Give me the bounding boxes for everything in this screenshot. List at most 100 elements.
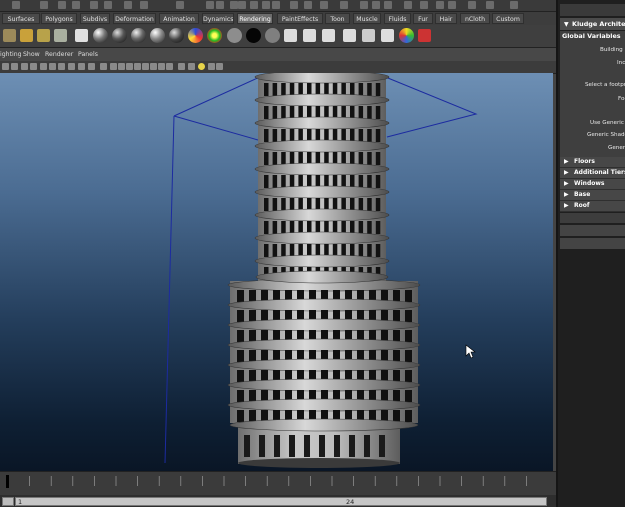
render-view-icon[interactable] (284, 29, 297, 42)
hypershade-icon[interactable] (362, 29, 375, 42)
viewport-tool-icon[interactable] (142, 63, 149, 70)
start-frame-field[interactable] (2, 497, 14, 506)
status-line-icon[interactable] (250, 1, 258, 9)
lambert-sphere-icon[interactable] (131, 28, 146, 43)
scene-icon[interactable] (54, 29, 67, 42)
material-icon[interactable] (75, 29, 88, 42)
section-roof[interactable]: ▶ Roof (560, 201, 625, 212)
status-line-icon[interactable] (468, 1, 476, 9)
status-line-icon[interactable] (238, 1, 246, 9)
shelf-tab-rendering[interactable]: Rendering (237, 13, 273, 24)
shelf-tab-surfaces[interactable]: Surfaces (2, 13, 40, 24)
shelf-tab-muscle[interactable]: Muscle (353, 13, 381, 24)
render-current-icon[interactable] (303, 29, 316, 42)
status-line-icon[interactable] (206, 1, 214, 9)
status-line-icon[interactable] (230, 1, 238, 9)
light-icon[interactable] (37, 29, 50, 42)
shelf-tab-toon[interactable]: Toon (325, 13, 350, 24)
shelf-tab-animation[interactable]: Animation (159, 13, 199, 24)
status-line-icon[interactable] (510, 1, 518, 9)
panel-title-bar[interactable]: ▼ Kludge Architect (560, 18, 625, 30)
viewport-tool-icon[interactable] (49, 63, 56, 70)
panel-button[interactable] (560, 225, 625, 236)
status-line-icon[interactable] (90, 1, 98, 9)
surface-shader-icon[interactable] (169, 28, 184, 43)
panel-menu-panels[interactable]: Panels (78, 49, 98, 60)
shelf-tab-custom[interactable]: Custom (492, 13, 524, 24)
status-line-icon[interactable] (420, 1, 428, 9)
section-additional-tiers[interactable]: ▶ Additional Tiers (560, 168, 625, 179)
gray-sphere-icon[interactable] (227, 28, 242, 43)
paint-brush-icon[interactable] (3, 29, 16, 42)
layered-shader-icon[interactable] (207, 28, 222, 43)
status-line-icon[interactable] (290, 1, 298, 9)
perspective-viewport[interactable] (0, 73, 553, 471)
viewport-tool-icon[interactable] (100, 63, 107, 70)
blinn-sphere-icon[interactable] (93, 28, 108, 43)
viewport-tool-icon[interactable] (208, 63, 215, 70)
shelf-tab-ncloth[interactable]: nCloth (460, 13, 490, 24)
flat-sphere-icon[interactable] (265, 28, 280, 43)
status-line-icon[interactable] (384, 1, 392, 9)
shelf-tab-dynamics[interactable]: Dynamics (202, 13, 234, 24)
viewport-tool-icon[interactable] (158, 63, 165, 70)
viewport-tool-icon[interactable] (188, 63, 195, 70)
range-bar[interactable]: 1 24 (15, 497, 547, 506)
viewport-tool-icon[interactable] (21, 63, 28, 70)
status-line-icon[interactable] (340, 1, 348, 9)
shelf-tab-subdivs[interactable]: Subdivs (80, 13, 110, 24)
viewport-tool-icon[interactable] (150, 63, 157, 70)
panel-menu-ighting[interactable]: ighting (0, 49, 22, 60)
color-wheel-icon[interactable] (399, 28, 414, 43)
viewport-tool-icon[interactable] (88, 63, 95, 70)
viewport-tool-icon[interactable] (78, 63, 85, 70)
status-line-icon[interactable] (486, 1, 494, 9)
viewport-tool-icon[interactable] (11, 63, 18, 70)
panel-menu-show[interactable]: Show (23, 49, 40, 60)
shelf-tab-deformation[interactable]: Deformation (113, 13, 156, 24)
viewport-tool-icon[interactable] (30, 63, 37, 70)
ramp-shader-icon[interactable] (188, 28, 203, 43)
viewport-tool-icon[interactable] (68, 63, 75, 70)
section-base[interactable]: ▶ Base (560, 190, 625, 201)
status-line-icon[interactable] (216, 1, 224, 9)
range-slider[interactable]: 1 24 (0, 495, 556, 507)
status-line-icon[interactable] (104, 1, 112, 9)
status-line-icon[interactable] (304, 1, 312, 9)
panel-menu-renderer[interactable]: Renderer (45, 49, 73, 60)
status-line-icon[interactable] (360, 1, 368, 9)
render-settings-icon[interactable] (343, 29, 356, 42)
ipr-render-icon[interactable] (322, 29, 335, 42)
status-line-icon[interactable] (124, 1, 132, 9)
status-line-icon[interactable] (448, 1, 456, 9)
shelf-tab-fluids[interactable]: Fluids (384, 13, 411, 24)
viewport-tool-icon[interactable] (198, 63, 205, 70)
status-line-icon[interactable] (140, 1, 148, 9)
viewport-tool-icon[interactable] (178, 63, 185, 70)
anisotropic-sphere-icon[interactable] (150, 28, 165, 43)
batch-render-icon[interactable] (381, 29, 394, 42)
status-line-icon[interactable] (372, 1, 380, 9)
viewport-tool-icon[interactable] (118, 63, 125, 70)
viewport-tool-icon[interactable] (110, 63, 117, 70)
status-line-icon[interactable] (40, 1, 48, 9)
status-line-icon[interactable] (72, 1, 80, 9)
phong-sphere-icon[interactable] (112, 28, 127, 43)
viewport-tool-icon[interactable] (2, 63, 9, 70)
status-line-icon[interactable] (12, 1, 20, 9)
shelf-tab-polygons[interactable]: Polygons (41, 13, 77, 24)
viewport-tool-icon[interactable] (166, 63, 173, 70)
section-floors[interactable]: ▶ Floors (560, 157, 625, 168)
viewport-tool-icon[interactable] (216, 63, 223, 70)
status-line-icon[interactable] (262, 1, 270, 9)
light-bulb-icon[interactable] (20, 29, 33, 42)
status-line-icon[interactable] (320, 1, 328, 9)
black-sphere-icon[interactable] (246, 28, 261, 43)
viewport-tool-icon[interactable] (134, 63, 141, 70)
status-line-icon[interactable] (58, 1, 66, 9)
status-line-icon[interactable] (176, 1, 184, 9)
shelf-tab-fur[interactable]: Fur (413, 13, 433, 24)
status-line-icon[interactable] (436, 1, 444, 9)
paint-tool-icon[interactable] (418, 29, 431, 42)
time-slider[interactable] (0, 471, 556, 496)
